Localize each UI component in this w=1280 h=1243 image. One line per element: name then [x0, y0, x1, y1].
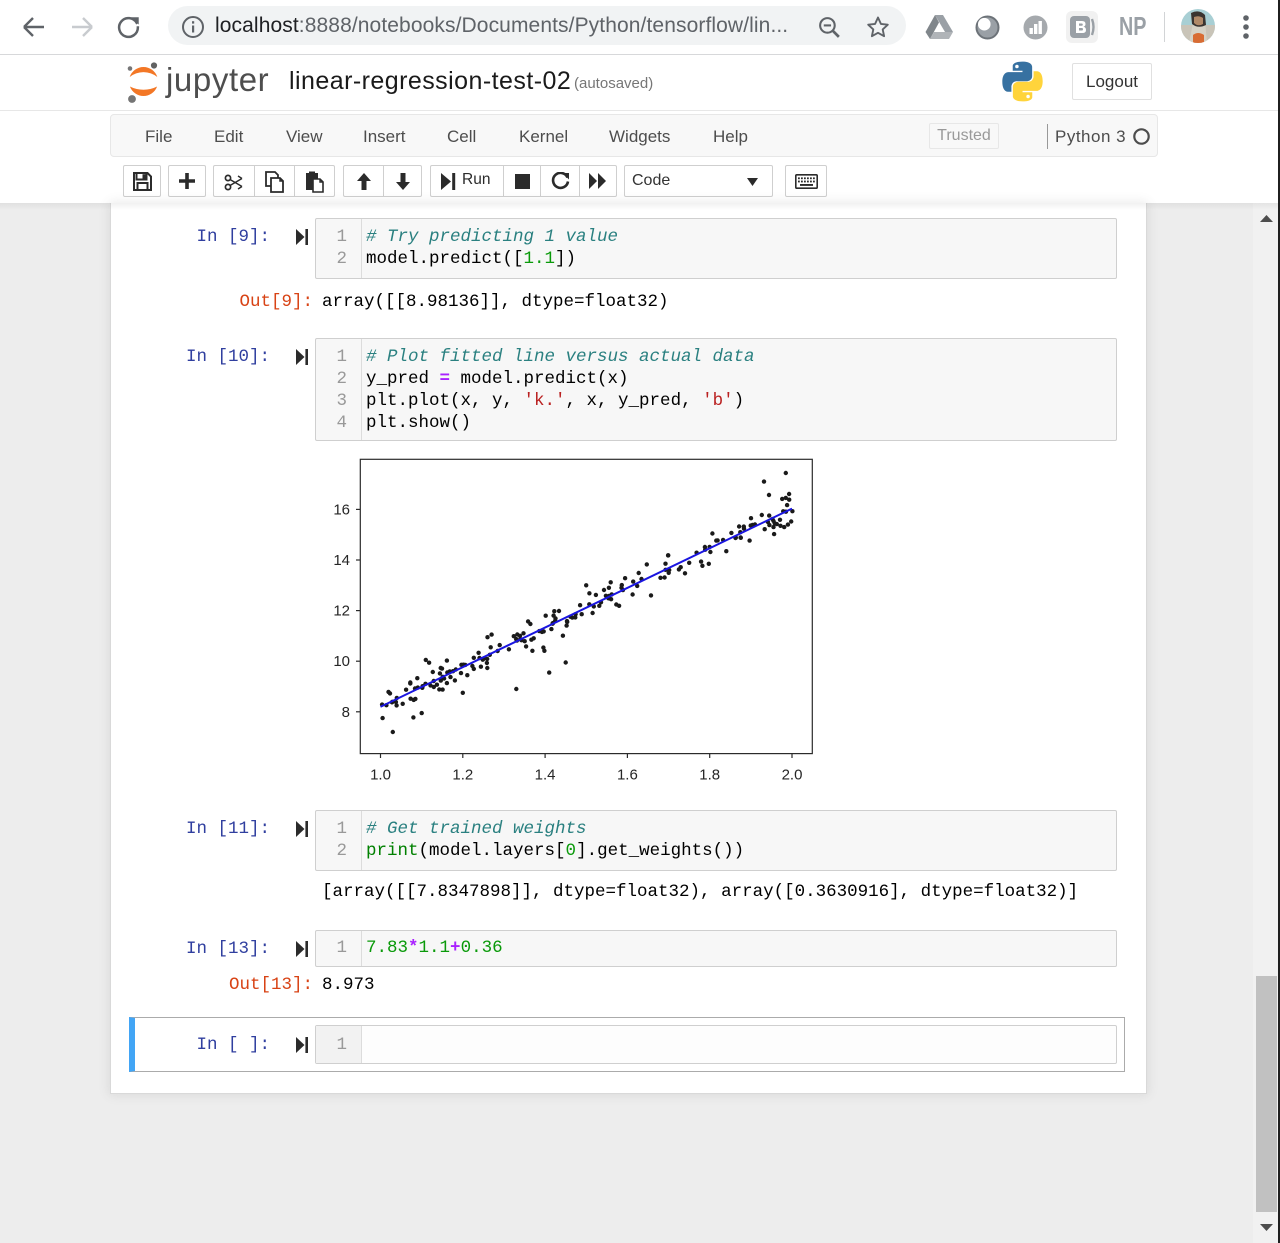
svg-text:2.0: 2.0 [782, 767, 803, 784]
svg-text:1.8: 1.8 [699, 767, 720, 784]
svg-text:1.4: 1.4 [535, 767, 556, 784]
svg-text:14: 14 [333, 552, 350, 569]
svg-text:12: 12 [333, 603, 350, 620]
svg-text:1.2: 1.2 [452, 767, 473, 784]
svg-text:1.6: 1.6 [617, 767, 638, 784]
svg-text:1.0: 1.0 [370, 767, 391, 784]
svg-text:16: 16 [333, 501, 350, 518]
svg-text:10: 10 [333, 653, 350, 670]
svg-text:8: 8 [342, 704, 350, 721]
